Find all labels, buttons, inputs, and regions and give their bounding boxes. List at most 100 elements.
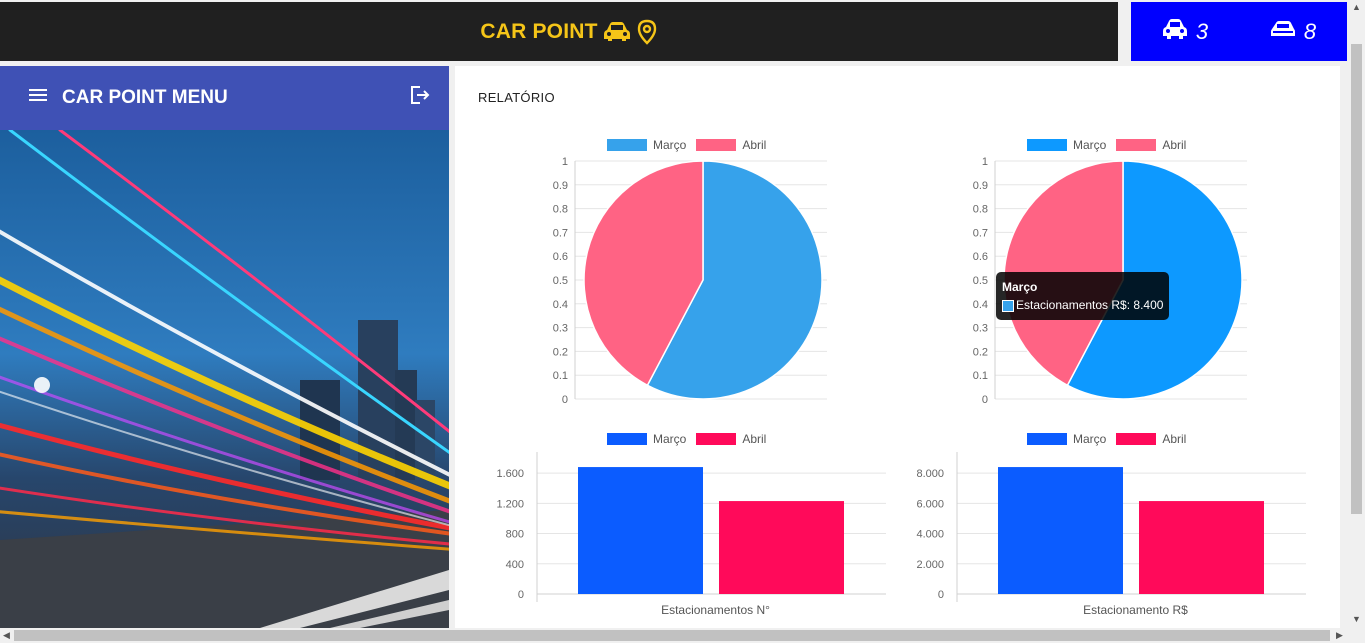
y-tick-label: 0: [982, 394, 988, 406]
pie-chart-count[interactable]: Março Abril 1 0.9 0.8 0.7 0.6 0.5 0.4 0.3 0.2 0.1 0: [540, 136, 870, 406]
counter-front-value: 3: [1195, 18, 1209, 44]
legend-label: Março: [653, 138, 687, 152]
brand-logo[interactable]: CAR POINT: [480, 19, 657, 45]
pie-svg: 1 0.9 0.8 0.7 0.6 0.5 0.4 0.3 0.2 0.1 0: [973, 156, 1247, 406]
car-front-icon: [1162, 18, 1188, 46]
y-tick-label: 400: [506, 559, 524, 571]
y-tick-label: 0.7: [973, 227, 988, 239]
legend-item[interactable]: Março: [1027, 138, 1106, 152]
y-tick-label: 0.5: [973, 275, 988, 287]
bar-chart-revenue[interactable]: Março Abril 8.000 6.000 4.000 2.000 0 Estaciona…: [905, 430, 1315, 626]
y-tick-label: 1: [982, 156, 988, 168]
legend-swatch: [1116, 433, 1157, 445]
map-pin-icon: [636, 19, 658, 45]
scroll-left-icon[interactable]: ◀: [3, 630, 10, 641]
y-tick-label: 0: [938, 589, 944, 601]
y-tick-label: 800: [506, 529, 524, 541]
legend-label: Abril: [1162, 432, 1187, 446]
chart-legend: Março Abril: [1027, 138, 1186, 152]
y-tick-label: 0.1: [553, 370, 568, 382]
legend-label: Abril: [742, 432, 767, 446]
legend-item[interactable]: Março: [1027, 432, 1106, 446]
y-tick-label: 0: [562, 394, 568, 406]
horizontal-scrollbar[interactable]: ◀ ▶: [0, 628, 1348, 643]
legend-swatch: [696, 433, 737, 445]
legend-item[interactable]: Março: [607, 432, 686, 446]
report-panel: RELATÓRIO Março Abril 1 0.9 0.8 0.7 0.6 0.5 0.4 0…: [455, 66, 1340, 628]
chart-legend: Março Abril: [1027, 432, 1186, 446]
legend-item[interactable]: Abril: [1116, 138, 1186, 152]
scroll-right-icon[interactable]: ▶: [1336, 630, 1343, 641]
y-tick-label: 1.600: [496, 468, 524, 480]
legend-swatch: [607, 433, 647, 445]
legend-label: Março: [653, 432, 687, 446]
x-axis-label: Estacionamento R$: [1083, 603, 1188, 617]
bar-svg: 8.000 6.000 4.000 2.000 0 Estacionamento R$: [916, 452, 1306, 617]
y-tick-label: 6.000: [916, 498, 944, 510]
x-axis-label: Estacionamentos N°: [661, 603, 770, 617]
y-tick-label: 0.9: [553, 180, 568, 192]
car-side-icon: [1270, 18, 1296, 46]
counter-side-value: 8: [1303, 18, 1317, 44]
bar-abril: [719, 501, 844, 594]
y-tick-label: 0.5: [553, 275, 568, 287]
legend-item[interactable]: Abril: [1116, 432, 1186, 446]
hamburger-icon[interactable]: [28, 87, 48, 109]
y-tick-label: 0.6: [973, 251, 988, 263]
sidebar: CAR POINT MENU: [0, 66, 449, 628]
y-tick-label: 4.000: [916, 529, 944, 541]
car-icon: [602, 21, 632, 43]
chart-legend: Março Abril: [607, 138, 766, 152]
y-tick-label: 1: [562, 156, 568, 168]
legend-item[interactable]: Março: [607, 138, 686, 152]
horizontal-scroll-thumb[interactable]: [14, 630, 1330, 641]
bar-março: [998, 467, 1123, 594]
vertical-scroll-thumb[interactable]: [1351, 44, 1362, 514]
tooltip-swatch: [1002, 299, 1014, 312]
counter-front: 3: [1162, 18, 1208, 46]
legend-swatch: [607, 139, 647, 151]
y-tick-label: 2.000: [916, 559, 944, 571]
bar-svg: 1.600 1.200 800 400 0 Estacionamentos N°: [496, 452, 886, 617]
vertical-scrollbar[interactable]: ▲ ▼: [1348, 0, 1365, 628]
bar-abril: [1139, 501, 1264, 594]
legend-label: Abril: [1162, 138, 1187, 152]
legend-label: Março: [1073, 138, 1107, 152]
pie-chart-revenue[interactable]: Março Abril 1 0.9 0.8 0.7 0.6 0.5 0.4 0.3 0.2 0.1 0: [960, 136, 1290, 406]
scroll-up-icon[interactable]: ▲: [1352, 2, 1361, 12]
scroll-down-icon[interactable]: ▼: [1352, 614, 1361, 624]
legend-item[interactable]: Abril: [696, 432, 766, 446]
top-navbar: CAR POINT: [0, 2, 1118, 61]
bar-março: [578, 467, 703, 594]
y-tick-label: 1.200: [496, 498, 524, 510]
legend-label: Março: [1073, 432, 1107, 446]
legend-swatch: [1027, 139, 1067, 151]
logout-icon[interactable]: [409, 84, 431, 112]
y-tick-label: 0.3: [553, 323, 568, 335]
y-tick-label: 0: [518, 589, 524, 601]
tooltip-label: Estacionamentos R$: 8.400: [1016, 298, 1164, 312]
y-tick-label: 0.8: [553, 204, 568, 216]
tooltip-title: Março: [1002, 280, 1038, 294]
sidebar-menu-title: CAR POINT MENU: [62, 87, 228, 108]
bar-chart-count[interactable]: Março Abril 1.600 1.200 800 400 0 Estacionament…: [485, 430, 895, 626]
y-tick-label: 0.3: [973, 323, 988, 335]
y-tick-label: 0.1: [973, 370, 988, 382]
legend-label: Abril: [742, 138, 767, 152]
legend-swatch: [1116, 139, 1157, 151]
y-tick-label: 8.000: [916, 468, 944, 480]
chart-tooltip: Março Estacionamentos R$: 8.400: [996, 272, 1170, 320]
y-tick-label: 0.8: [973, 204, 988, 216]
y-tick-label: 0.4: [973, 299, 988, 311]
sidebar-header: CAR POINT MENU: [0, 66, 449, 130]
y-tick-label: 0.6: [553, 251, 568, 263]
y-tick-label: 0.4: [553, 299, 568, 311]
counter-side: 8: [1270, 18, 1316, 46]
legend-swatch: [1027, 433, 1067, 445]
parking-counters: 3 8: [1131, 2, 1347, 61]
page-title: RELATÓRIO: [478, 90, 555, 105]
brand-title: CAR POINT: [480, 19, 598, 43]
y-tick-label: 0.7: [553, 227, 568, 239]
y-tick-label: 0.2: [973, 346, 988, 358]
legend-item[interactable]: Abril: [696, 138, 766, 152]
